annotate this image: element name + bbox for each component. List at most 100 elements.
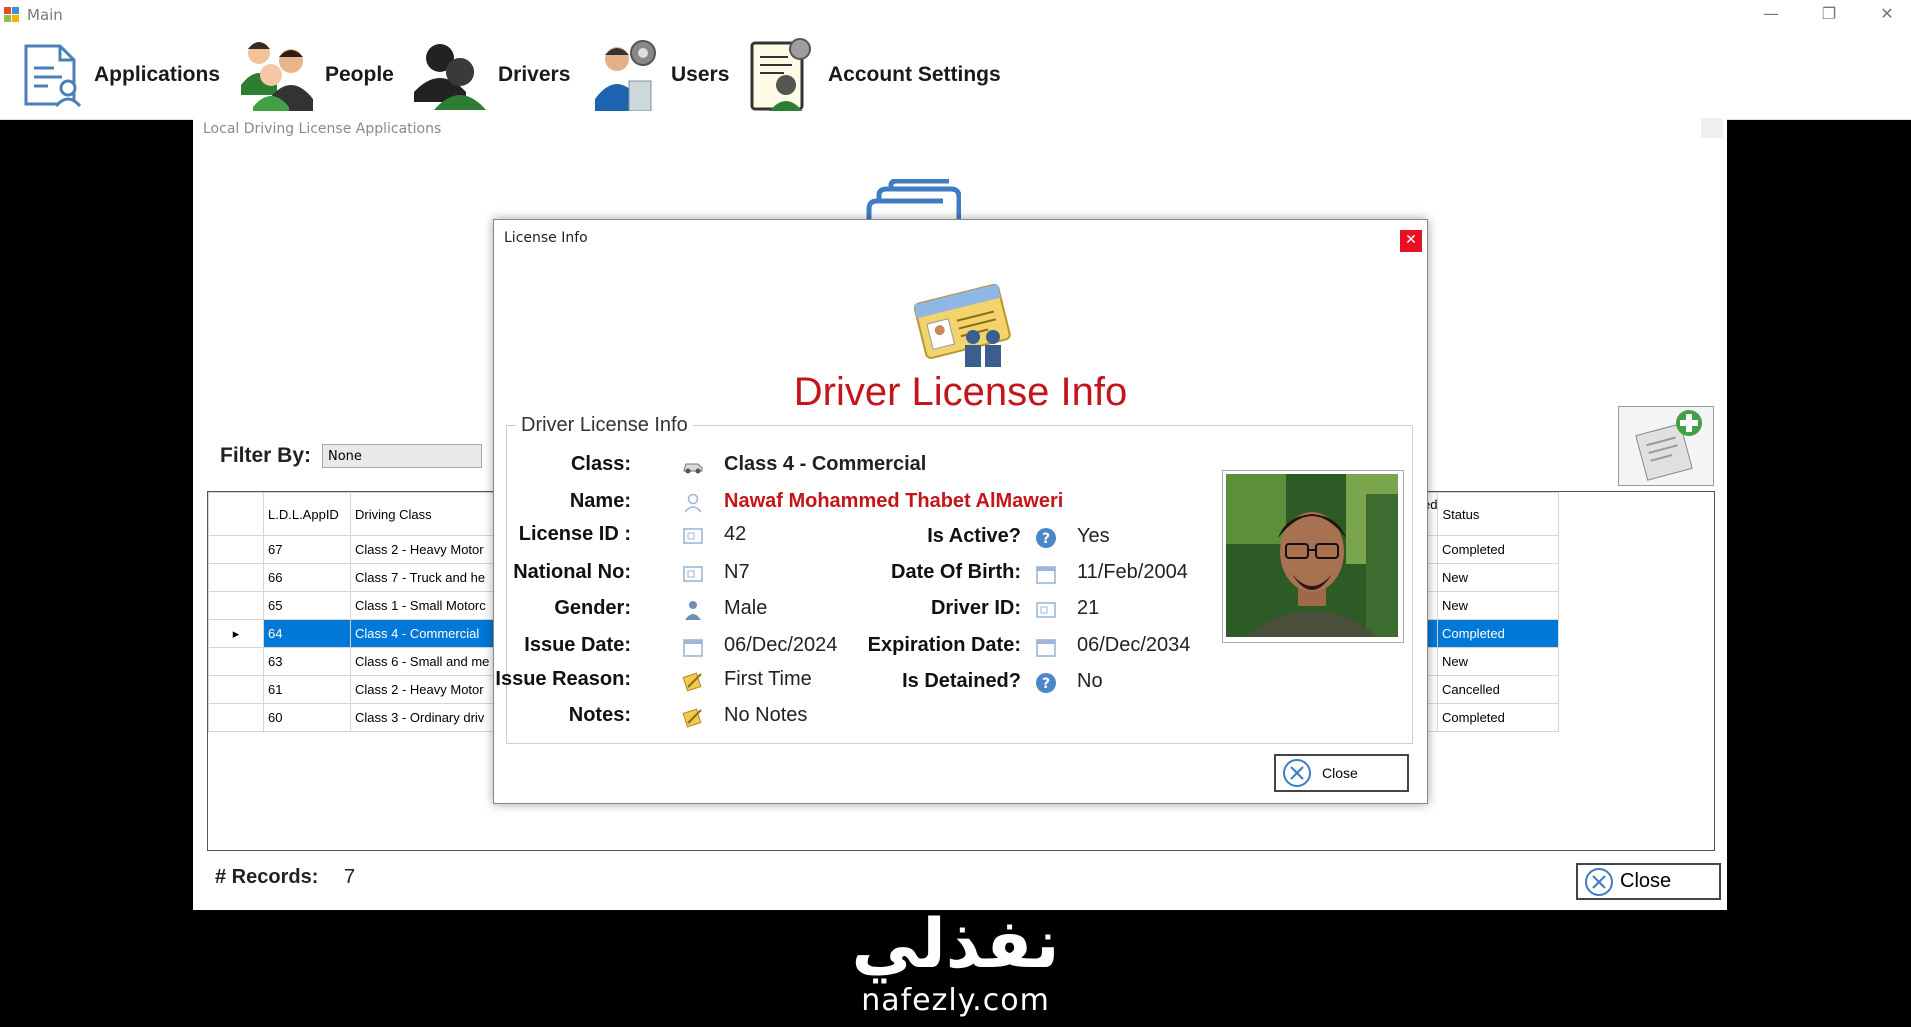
- menu-drivers-label: Drivers: [498, 62, 571, 86]
- records-count-label: # Records:: [215, 866, 319, 888]
- menu-account-settings-label: Account Settings: [828, 62, 1001, 86]
- license-id-label: License ID :: [518, 523, 631, 545]
- drivers-icon: [414, 43, 486, 110]
- cell-appid[interactable]: 60: [263, 703, 351, 732]
- applications-table-right: ed Status: [1421, 492, 1560, 536]
- main-window-title: Main: [27, 6, 63, 24]
- column-header-appid[interactable]: L.D.L.AppID: [263, 492, 351, 536]
- main-titlebar: Main — ❐ ✕: [0, 0, 1911, 30]
- table-row-right[interactable]: Completed: [1422, 535, 1559, 564]
- menu-applications[interactable]: Applications: [18, 30, 220, 119]
- people-icon: [241, 41, 313, 115]
- menu-account-settings[interactable]: Account Settings: [748, 30, 1001, 119]
- license-dialog-title: License Info: [504, 230, 588, 246]
- table-row-right[interactable]: Completed: [1422, 703, 1559, 732]
- table-row[interactable]: 63 Class 6 - Small and me: [208, 647, 520, 676]
- cell-status[interactable]: New: [1437, 647, 1559, 676]
- is-active-label: Is Active?: [927, 525, 1021, 547]
- question-icon: ?: [1036, 528, 1056, 548]
- license-dialog-close-x-button[interactable]: ✕: [1400, 230, 1422, 252]
- add-application-button[interactable]: [1618, 406, 1714, 486]
- dialog-close-circle-icon: [1283, 759, 1311, 787]
- applications-icon: [24, 44, 82, 107]
- table-header-row-right: ed Status: [1421, 492, 1560, 536]
- class-label: Class:: [570, 453, 631, 475]
- restore-button[interactable]: ❐: [1806, 0, 1852, 30]
- filter-by-combobox[interactable]: None: [322, 444, 482, 468]
- table-row[interactable]: 67 Class 2 - Heavy Motor: [208, 535, 520, 564]
- users-icon: [595, 39, 656, 111]
- menu-users[interactable]: Users: [593, 30, 729, 119]
- table-row[interactable]: 60 Class 3 - Ordinary driv: [208, 703, 520, 732]
- license-dialog-close-label: Close: [1322, 765, 1358, 781]
- table-row[interactable]: 65 Class 1 - Small Motorc: [208, 591, 520, 620]
- row-header-cell[interactable]: [208, 535, 264, 564]
- minimize-button[interactable]: —: [1748, 0, 1794, 30]
- driver-id-card-icon: [1036, 602, 1056, 618]
- issue-date-value: 06/Dec/2024: [724, 634, 838, 656]
- cell-appid[interactable]: 67: [263, 535, 351, 564]
- issue-date-label: Issue Date:: [524, 634, 631, 656]
- is-detained-value: No: [1077, 670, 1103, 692]
- license-info-dialog: License Info ✕ Driver License Info Drive…: [493, 219, 1428, 804]
- cell-status[interactable]: New: [1437, 591, 1559, 620]
- ldla-window-close-button[interactable]: [1701, 118, 1723, 138]
- table-row-right[interactable]: New: [1422, 591, 1559, 620]
- gender-label: Gender:: [554, 597, 631, 619]
- car-icon: [683, 463, 703, 474]
- cell-status[interactable]: New: [1437, 563, 1559, 592]
- cell-appid[interactable]: 65: [263, 591, 351, 620]
- row-header-cell[interactable]: [208, 675, 264, 704]
- cell-status[interactable]: Cancelled: [1437, 675, 1559, 704]
- birth-calendar-icon: [1036, 566, 1056, 584]
- driver-photo-image: [1226, 474, 1398, 637]
- ldla-close-button[interactable]: Close: [1576, 863, 1721, 900]
- row-header-cell[interactable]: [208, 703, 264, 732]
- app-icon: [4, 7, 19, 22]
- expiration-date-value: 06/Dec/2034: [1077, 634, 1191, 656]
- row-header-cell[interactable]: [208, 647, 264, 676]
- is-active-value: Yes: [1077, 525, 1110, 547]
- expiration-date-label: Expiration Date:: [867, 634, 1021, 656]
- menu-drivers[interactable]: Drivers: [412, 30, 570, 119]
- issue-reason-value: First Time: [724, 668, 812, 690]
- table-row-right[interactable]: Cancelled: [1422, 675, 1559, 704]
- row-header-cell[interactable]: [208, 563, 264, 592]
- cell-appid[interactable]: 61: [263, 675, 351, 704]
- driver-id-value: 21: [1077, 597, 1100, 619]
- table-row-right[interactable]: New: [1422, 647, 1559, 676]
- id-card-icon: [683, 528, 703, 544]
- cell-status[interactable]: Completed: [1437, 619, 1559, 648]
- cell-appid[interactable]: 66: [263, 563, 351, 592]
- table-row[interactable]: 61 Class 2 - Heavy Motor: [208, 675, 520, 704]
- class-value: Class 4 - Commercial: [724, 453, 927, 475]
- cell-appid[interactable]: 64: [263, 619, 351, 648]
- row-header-cell[interactable]: [208, 591, 264, 620]
- row-header-corner: [208, 492, 264, 536]
- add-document-icon: [1635, 410, 1702, 481]
- cell-status[interactable]: Completed: [1437, 535, 1559, 564]
- license-dialog-close-button[interactable]: Close: [1274, 754, 1409, 792]
- table-row-right[interactable]: Completed: [1422, 619, 1559, 648]
- date-of-birth-label: Date Of Birth:: [891, 561, 1021, 583]
- column-header-status[interactable]: Status: [1437, 492, 1560, 536]
- table-row-right[interactable]: New: [1422, 563, 1559, 592]
- notes-icon: [682, 708, 702, 728]
- national-no-value: N7: [724, 561, 750, 583]
- applications-table-left: L.D.L.AppID Driving Class: [208, 492, 520, 536]
- window-close-button[interactable]: ✕: [1864, 0, 1910, 30]
- ldla-window-title: Local Driving License Applications: [203, 121, 442, 137]
- gender-value: Male: [724, 597, 768, 619]
- table-row[interactable]: 66 Class 7 - Truck and he: [208, 563, 520, 592]
- notes-label: Notes:: [568, 704, 631, 726]
- cell-appid[interactable]: 63: [263, 647, 351, 676]
- cell-status[interactable]: Completed: [1437, 703, 1559, 732]
- row-header-cell[interactable]: ▸: [208, 619, 264, 648]
- license-dialog-heading: Driver License Info: [793, 370, 1128, 414]
- notes-value: No Notes: [724, 704, 808, 726]
- table-row[interactable]: ▸ 64 Class 4 - Commercial: [208, 619, 520, 648]
- menu-people[interactable]: People: [237, 30, 394, 119]
- driver-id-label: Driver ID:: [930, 597, 1021, 619]
- menu-applications-label: Applications: [94, 62, 221, 86]
- groupbox-title: Driver License Info: [516, 414, 693, 437]
